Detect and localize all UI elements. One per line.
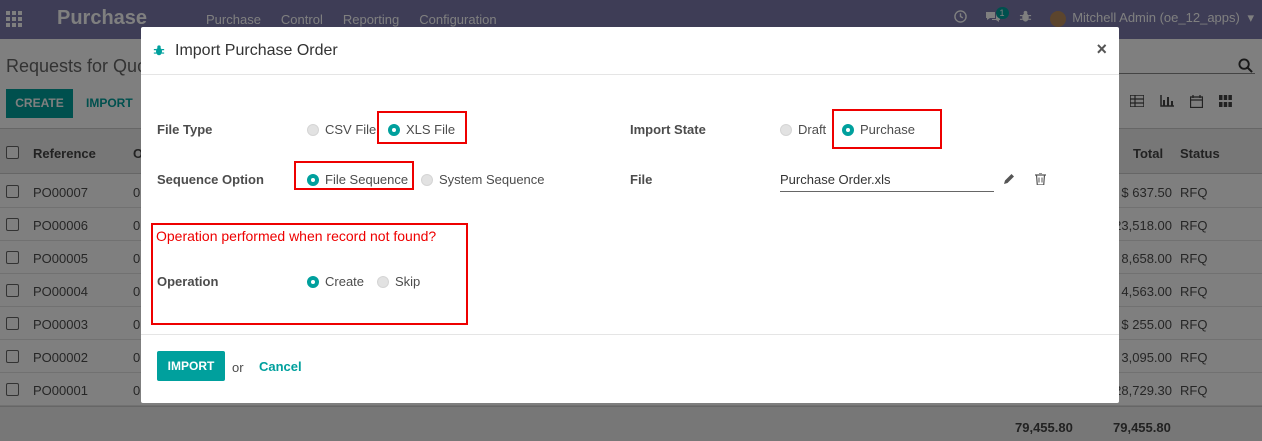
radio-unchecked-icon xyxy=(421,173,433,186)
sequence-system-radio[interactable]: System Sequence xyxy=(421,172,545,187)
file-label: File xyxy=(630,172,653,187)
dialog-title: Import Purchase Order xyxy=(175,42,338,59)
radio-unchecked-icon xyxy=(307,123,319,136)
radio-unchecked-icon xyxy=(377,275,389,288)
sequence-option-label: Sequence Option xyxy=(157,172,264,187)
operation-label: Operation xyxy=(157,274,219,289)
radio-checked-icon xyxy=(307,275,319,288)
import-submit-button[interactable]: IMPORT xyxy=(157,351,225,381)
operation-skip-radio[interactable]: Skip xyxy=(377,274,420,289)
close-icon[interactable]: × xyxy=(1096,39,1107,60)
highlight-box-file-type xyxy=(377,111,467,144)
radio-unchecked-icon xyxy=(780,123,792,136)
trash-icon[interactable] xyxy=(1035,172,1046,188)
sequence-system-label: System Sequence xyxy=(439,172,545,187)
file-type-csv-label: CSV File xyxy=(325,122,377,137)
highlight-box-sequence xyxy=(294,161,414,190)
highlight-box-import-state xyxy=(832,109,942,149)
import-state-draft-label: Draft xyxy=(798,122,827,137)
operation-skip-label: Skip xyxy=(395,274,421,289)
dialog-header: Import Purchase Order × xyxy=(141,27,1119,75)
file-field[interactable]: Purchase Order.xls xyxy=(780,170,994,192)
operation-create-radio[interactable]: Create xyxy=(307,274,364,289)
or-text: or xyxy=(232,360,244,375)
import-state-label: Import State xyxy=(630,122,706,137)
file-type-csv-radio[interactable]: CSV File xyxy=(307,122,376,137)
import-dialog: Import Purchase Order × File Type CSV Fi… xyxy=(141,27,1119,403)
pencil-icon[interactable] xyxy=(1003,173,1015,188)
cancel-button[interactable]: Cancel xyxy=(259,359,302,374)
file-type-label: File Type xyxy=(157,122,213,137)
operation-create-label: Create xyxy=(325,274,365,289)
operation-caption: Operation performed when record not foun… xyxy=(156,228,437,244)
import-state-draft-radio[interactable]: Draft xyxy=(780,122,826,137)
bug-icon xyxy=(153,44,165,60)
